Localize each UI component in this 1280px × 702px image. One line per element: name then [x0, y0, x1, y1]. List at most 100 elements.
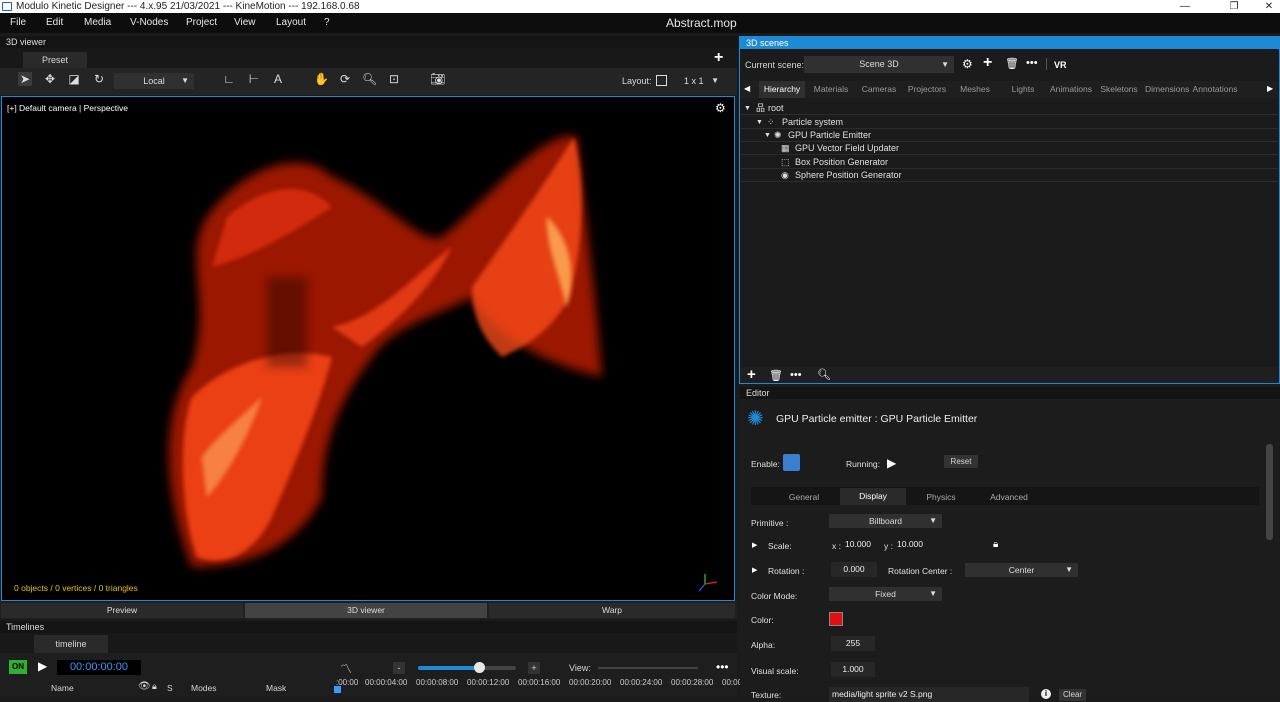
viewport-settings-gear-icon[interactable]: ⚙ — [715, 101, 726, 115]
expand-arrow-icon[interactable]: ▼ — [756, 116, 763, 129]
zoom-out-button[interactable]: - — [393, 662, 405, 674]
minimize-icon[interactable]: — — [1178, 0, 1192, 13]
orbit-icon[interactable]: ⟳ — [338, 72, 352, 86]
menu-view[interactable]: View — [234, 17, 256, 28]
tab-hierarchy[interactable]: Hierarchy — [759, 81, 805, 98]
angle-measure-icon[interactable]: ∟ — [222, 72, 236, 86]
scale-tool-icon[interactable]: ◪ — [67, 72, 81, 86]
select-tool-icon[interactable]: ➤ — [18, 72, 32, 86]
layout-square-icon[interactable] — [656, 75, 667, 86]
add-tab-icon[interactable]: + — [714, 49, 723, 67]
rotate-tool-icon[interactable]: ↻ — [92, 72, 106, 86]
zoom-slider-handle[interactable] — [473, 662, 485, 673]
bottom-tab-warp[interactable]: Warp — [489, 603, 735, 618]
tab-animations[interactable]: Animations — [1049, 81, 1093, 98]
delete-scene-trash-icon[interactable]: 🗑︎ — [1005, 57, 1019, 70]
3d-viewport[interactable]: [+] Default camera | Perspective ⚙ 0 obj… — [1, 96, 735, 601]
vr-button[interactable]: VR — [1054, 60, 1067, 70]
tab-physics[interactable]: Physics — [908, 489, 974, 505]
scale-lock-icon[interactable]: 🔒︎ — [993, 539, 998, 550]
tab-cameras[interactable]: Cameras — [857, 81, 901, 98]
menu-vnodes[interactable]: V-Nodes — [130, 17, 168, 28]
menu-edit[interactable]: Edit — [46, 17, 63, 28]
timeline-on-toggle[interactable]: ON — [9, 660, 27, 674]
tree-item-particle-system[interactable]: ▼ ⁘ Particle system — [741, 116, 1278, 129]
move-tool-icon[interactable]: ✥ — [43, 72, 57, 86]
tab-general[interactable]: General — [770, 489, 838, 505]
tab-meshes[interactable]: Meshes — [953, 81, 997, 98]
reset-button[interactable]: Reset — [944, 455, 978, 468]
scene-settings-gear-icon[interactable]: ⚙ — [962, 57, 973, 71]
visual-scale-field[interactable]: 1.000 — [831, 662, 875, 677]
tab-display[interactable]: Display — [840, 488, 906, 505]
expand-arrow-icon[interactable]: ▼ — [744, 102, 751, 115]
curve-editor-icon[interactable]: 〽 — [340, 660, 352, 677]
menu-help[interactable]: ? — [324, 17, 330, 28]
close-icon[interactable]: ✕ — [1262, 0, 1276, 13]
tab-advanced[interactable]: Advanced — [976, 489, 1042, 505]
scale-expand-arrow-icon[interactable]: ▶ — [752, 541, 757, 549]
distance-measure-icon[interactable]: ⊢ — [247, 72, 261, 86]
editor-scrollbar[interactable] — [1266, 444, 1273, 540]
menu-project[interactable]: Project — [186, 17, 217, 28]
screenshot-camera-icon[interactable]: 📷︎ — [430, 72, 445, 86]
alpha-field[interactable]: 255 — [831, 636, 875, 651]
color-mode-dropdown[interactable]: Fixed ▼ — [829, 587, 942, 601]
bottom-tab-preview[interactable]: Preview — [1, 603, 243, 618]
add-scene-icon[interactable]: + — [983, 54, 992, 72]
menu-media[interactable]: Media — [84, 17, 111, 28]
playhead-icon[interactable] — [334, 686, 341, 693]
timeline-ruler[interactable]: :00:00 00:00:04:00 00:00:08:00 00:00:12:00 0… — [334, 678, 744, 698]
add-node-icon[interactable]: + — [747, 366, 756, 383]
delete-node-trash-icon[interactable]: 🗑︎ — [769, 369, 783, 382]
more-options-icon[interactable]: ••• — [1026, 57, 1038, 69]
visibility-eye-icon[interactable]: 👁︎ — [138, 681, 151, 692]
expand-arrow-icon[interactable]: ▼ — [764, 129, 771, 142]
tab-lights[interactable]: Lights — [1000, 81, 1046, 98]
timecode-display[interactable]: 00:00:00:00 — [57, 660, 141, 675]
search-icon[interactable]: 🔍︎ — [817, 368, 831, 381]
tree-item-root[interactable]: ▼ 品 root — [741, 102, 1278, 115]
frame-selection-icon[interactable]: ⊡ — [387, 72, 401, 86]
timeline-zoom-slider[interactable] — [418, 662, 516, 673]
tab-projectors[interactable]: Projectors — [904, 81, 950, 98]
rotation-field[interactable]: 0.000 — [831, 562, 877, 577]
coord-mode-dropdown[interactable]: Local ▼ — [114, 73, 194, 89]
rotation-expand-arrow-icon[interactable]: ▶ — [752, 566, 757, 574]
current-scene-dropdown[interactable]: Scene 3D ▼ — [804, 56, 954, 73]
bottom-tab-3d-viewer[interactable]: 3D viewer — [245, 603, 487, 618]
camera-label[interactable]: [+] Default camera | Perspective — [7, 103, 128, 113]
scale-y-field[interactable]: 10.000 — [895, 537, 925, 552]
view-range-bar[interactable] — [598, 667, 698, 669]
tree-item-gpu-vector-field-updater[interactable]: ▦ GPU Vector Field Updater — [741, 142, 1278, 155]
color-swatch[interactable] — [829, 612, 843, 626]
clear-button[interactable]: Clear — [1059, 689, 1086, 701]
zoom-in-button[interactable]: + — [528, 662, 540, 674]
tab-materials[interactable]: Materials — [808, 81, 854, 98]
tab-annotations[interactable]: Annotations — [1192, 81, 1238, 98]
pan-hand-icon[interactable]: ✋ — [314, 72, 329, 86]
tabs-scroll-right-icon[interactable]: ▶ — [1267, 84, 1273, 93]
tree-item-box-position-generator[interactable]: ⬚ Box Position Generator — [741, 156, 1278, 169]
more-options-icon[interactable]: ••• — [790, 369, 802, 381]
tree-item-gpu-particle-emitter[interactable]: ▼ ✺ GPU Particle Emitter — [741, 129, 1278, 142]
scale-x-field[interactable]: 10.000 — [843, 537, 873, 552]
tree-item-sphere-position-generator[interactable]: ◉ Sphere Position Generator — [741, 169, 1278, 182]
lock-icon[interactable]: 🔒︎ — [152, 681, 157, 692]
menu-file[interactable]: File — [10, 17, 26, 28]
tab-timeline[interactable]: timeline — [34, 635, 108, 653]
enable-checkbox[interactable] — [783, 454, 800, 471]
texture-field[interactable]: media/light sprite v2 S.png — [829, 687, 1029, 702]
zoom-icon[interactable]: 🔍︎ — [362, 72, 377, 86]
tab-skeletons[interactable]: Skeletons — [1096, 81, 1142, 98]
play-icon[interactable]: ▶ — [38, 659, 47, 673]
rotation-center-dropdown[interactable]: Center ▼ — [965, 563, 1078, 577]
more-options-icon[interactable]: ••• — [716, 660, 729, 674]
tab-dimensions[interactable]: Dimensions — [1145, 81, 1189, 98]
text-annotation-icon[interactable]: A — [271, 72, 285, 86]
running-play-icon[interactable]: ▶ — [887, 456, 896, 470]
menu-layout[interactable]: Layout — [276, 17, 306, 28]
layout-dropdown[interactable]: 1 x 1 ▼ — [676, 73, 724, 89]
restore-icon[interactable]: ❐ — [1227, 0, 1241, 13]
tabs-scroll-left-icon[interactable]: ◀ — [744, 84, 750, 93]
